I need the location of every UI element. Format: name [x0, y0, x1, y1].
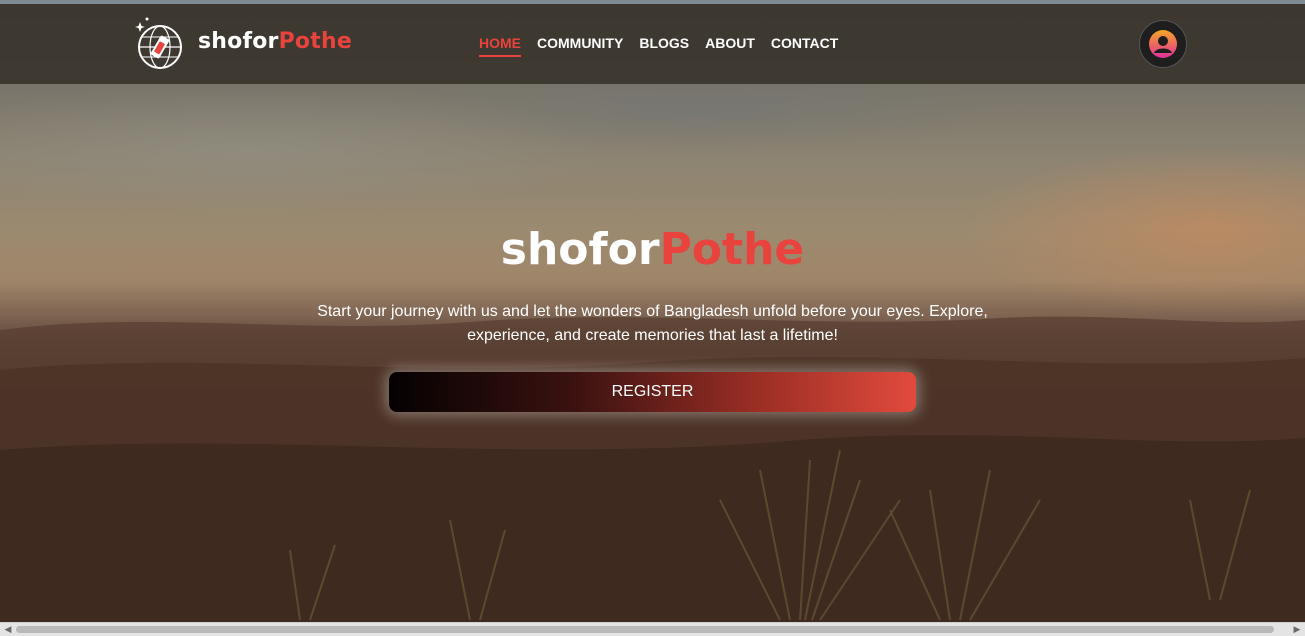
hero-title: shoforPothe [0, 224, 1305, 275]
brand-name[interactable]: shoforPothe [198, 29, 352, 54]
scroll-right-icon[interactable]: ▶ [1291, 624, 1303, 636]
page: shoforPothe HOME COMMUNITY BLOGS ABOUT C… [0, 0, 1305, 636]
user-avatar-button[interactable] [1139, 20, 1187, 68]
horizontal-scrollbar[interactable]: ◀ ▶ [0, 622, 1305, 636]
user-avatar-icon [1149, 30, 1177, 58]
nav-item-contact[interactable]: CONTACT [771, 35, 838, 57]
register-button[interactable]: REGISTER [389, 372, 916, 412]
nav-item-community[interactable]: COMMUNITY [537, 35, 623, 57]
brand-name-part1: shofor [198, 29, 279, 54]
brand-name-part2: Pothe [278, 29, 352, 54]
nav-item-blogs[interactable]: BLOGS [639, 35, 689, 57]
nav-item-home[interactable]: HOME [479, 35, 521, 57]
scrollbar-thumb[interactable] [16, 626, 1274, 633]
scroll-left-icon[interactable]: ◀ [2, 624, 14, 636]
nav-item-about[interactable]: ABOUT [705, 35, 755, 57]
navbar: shoforPothe HOME COMMUNITY BLOGS ABOUT C… [0, 4, 1305, 84]
hero-title-part2: Pothe [659, 224, 805, 275]
landscape-illustration [0, 316, 1305, 622]
logo-icon[interactable] [133, 14, 183, 76]
main-nav: HOME COMMUNITY BLOGS ABOUT CONTACT [479, 35, 838, 57]
hero-description: Start your journey with us and let the w… [317, 303, 988, 344]
hero-title-part1: shofor [500, 224, 660, 275]
window-top-edge [0, 0, 1305, 4]
